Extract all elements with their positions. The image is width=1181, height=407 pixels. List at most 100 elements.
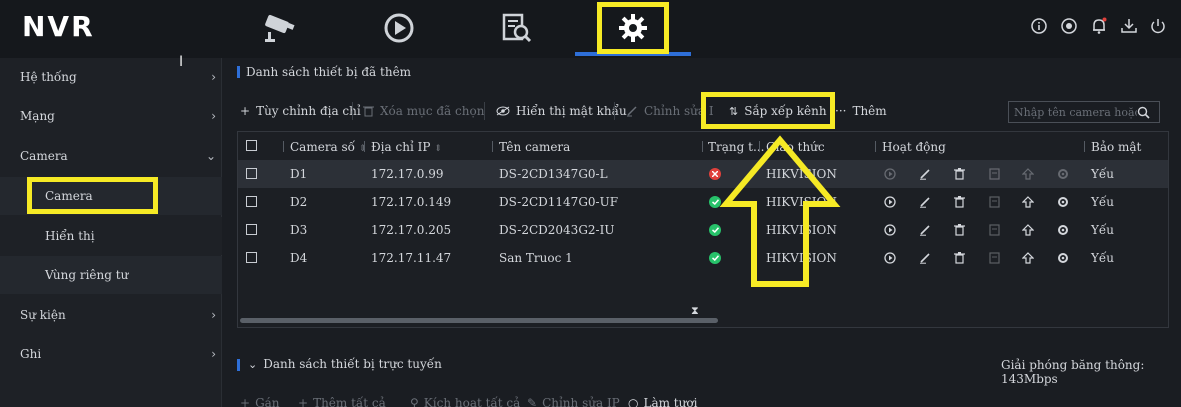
power-icon[interactable] (1148, 16, 1168, 36)
eye-slash-icon (496, 106, 510, 116)
column-divider (364, 141, 365, 152)
log-icon[interactable] (986, 194, 1002, 210)
col-operation[interactable]: Hoạt động (882, 140, 946, 154)
table-row[interactable]: D1 172.17.0.99 DS-2CD1347G0-L HIKVISION … (238, 160, 1168, 188)
sidebar-item-record[interactable]: Ghi › (0, 335, 222, 373)
edit-icon[interactable] (917, 250, 933, 266)
top-bar: NVR (0, 0, 1181, 58)
delete-icon[interactable] (951, 194, 967, 210)
upgrade-icon[interactable] (1020, 166, 1036, 182)
location-icon: ⚲ (410, 396, 419, 407)
play-icon[interactable] (882, 166, 898, 182)
row-checkbox[interactable] (246, 196, 257, 207)
refresh-button[interactable]: ○ Làm tươi (628, 396, 697, 407)
delete-icon[interactable] (951, 222, 967, 238)
col-camera-name[interactable]: Tên camera (499, 140, 570, 154)
sidebar-item-display[interactable]: Hiển thị (0, 217, 222, 255)
sort-icon: ⇕ (434, 144, 442, 154)
gear-icon[interactable] (1055, 250, 1071, 266)
log-icon[interactable] (986, 222, 1002, 238)
col-ip-address[interactable]: Địa chỉ IP ⇕ (371, 140, 442, 154)
col-security[interactable]: Bảo mật (1091, 140, 1141, 154)
row-checkbox[interactable] (246, 252, 257, 263)
sidebar-item-label: Sự kiện (20, 308, 66, 322)
sidebar-item-label: Camera (20, 149, 68, 163)
cell-security: Yếu (1091, 167, 1115, 181)
pencil-icon (627, 106, 637, 117)
camera-live-icon[interactable] (258, 8, 302, 48)
play-icon[interactable] (882, 250, 898, 266)
search-icon[interactable] (1137, 106, 1150, 119)
bandwidth-label: Giải phóng băng thông: 143Mbps (1001, 358, 1145, 386)
info-icon[interactable] (1029, 16, 1049, 36)
gear-icon[interactable] (1055, 222, 1071, 238)
edit-icon[interactable] (917, 194, 933, 210)
camera-search-input[interactable] (1009, 105, 1137, 119)
edit-icon[interactable] (917, 222, 933, 238)
row-checkbox[interactable] (246, 168, 257, 179)
column-divider (492, 141, 493, 152)
more-button[interactable]: ··· Thêm (835, 104, 887, 118)
activate-all-button[interactable]: ⚲ Kích hoạt tất cả (410, 396, 520, 407)
record-icon[interactable] (1059, 16, 1079, 36)
sidebar-item-privacy-mask[interactable]: Vùng riêng tư (0, 256, 222, 294)
custom-add-button[interactable]: + Tùy chỉnh địa chỉ (240, 104, 361, 118)
sidebar-item-label: Ghi (20, 347, 42, 361)
edit-icon[interactable] (917, 166, 933, 182)
playback-icon[interactable] (377, 8, 421, 48)
search-file-icon[interactable] (494, 8, 538, 48)
upgrade-icon[interactable] (1020, 222, 1036, 238)
delete-icon[interactable] (951, 166, 967, 182)
table-row[interactable]: D4 172.17.11.47 San Truoc 1 HIKVISION Yế… (238, 244, 1168, 272)
cell-camera-no: D1 (290, 167, 308, 181)
gear-icon[interactable] (1055, 166, 1071, 182)
plus-icon: + (240, 396, 251, 407)
edit-ip-button[interactable]: ✎ Chỉnh sửa IP (527, 396, 620, 407)
table-row[interactable]: D2 172.17.0.149 DS-2CD1147G0-UF HIKVISIO… (238, 188, 1168, 216)
show-password-button[interactable]: Hiển thị mật khẩu (496, 104, 627, 118)
cell-security: Yếu (1091, 251, 1115, 265)
sidebar-item-network[interactable]: Mạng › (0, 97, 222, 135)
pencil-icon: ✎ (527, 396, 538, 407)
col-camera-no[interactable]: Camera số ⇕ (290, 140, 366, 154)
plus-icon: + (240, 104, 251, 118)
download-icon[interactable] (1119, 16, 1139, 36)
table-row[interactable]: D3 172.17.0.205 DS-2CD2043G2-IU HIKVISIO… (238, 216, 1168, 244)
sidebar-item-camera-group[interactable]: Camera ⌄ (0, 137, 222, 175)
horizontal-scrollbar[interactable] (240, 318, 718, 323)
select-all-checkbox[interactable] (246, 140, 257, 151)
section-title-online-devices[interactable]: ⌄ Danh sách thiết bị trực tuyến (248, 357, 442, 371)
resize-handle-icon[interactable]: ⧗ (691, 304, 699, 318)
log-icon[interactable] (986, 166, 1002, 182)
column-divider (875, 141, 876, 152)
sidebar: Hệ thống › Mạng › Camera ⌄ Camera Hiển thị … (0, 58, 222, 407)
highlight-box-camera (27, 177, 158, 214)
section-accent-bar (237, 359, 240, 371)
cell-ip: 172.17.0.99 (371, 167, 444, 181)
sidebar-item-event[interactable]: Sự kiện › (0, 296, 222, 334)
toolbar-divider (352, 102, 353, 120)
app-logo: NVR (22, 10, 95, 43)
sidebar-item-system[interactable]: Hệ thống › (0, 58, 222, 96)
delete-icon[interactable] (951, 250, 967, 266)
play-icon[interactable] (882, 222, 898, 238)
cell-ip: 172.17.11.47 (371, 251, 452, 265)
chevron-right-icon: › (211, 109, 216, 123)
play-icon[interactable] (882, 194, 898, 210)
cell-security: Yếu (1091, 223, 1115, 237)
log-icon[interactable] (986, 250, 1002, 266)
cell-name: DS-2CD2043G2-IU (499, 223, 615, 237)
upgrade-icon[interactable] (1020, 194, 1036, 210)
camera-search-box[interactable] (1008, 101, 1160, 123)
section-title-added-devices: Danh sách thiết bị đã thêm (246, 65, 412, 79)
upgrade-icon[interactable] (1020, 250, 1036, 266)
add-all-button[interactable]: + Thêm tất cả (298, 396, 386, 407)
cell-name: DS-2CD1147G0-UF (499, 195, 619, 209)
assign-button[interactable]: + Gán (240, 396, 280, 407)
bell-icon[interactable] (1089, 16, 1109, 36)
text-cursor-icon: I (179, 54, 184, 70)
delete-selected-button[interactable]: Xóa mục đã chọn (363, 104, 484, 118)
gear-icon[interactable] (1055, 194, 1071, 210)
chevron-down-icon: ⌄ (248, 357, 258, 371)
row-checkbox[interactable] (246, 224, 257, 235)
